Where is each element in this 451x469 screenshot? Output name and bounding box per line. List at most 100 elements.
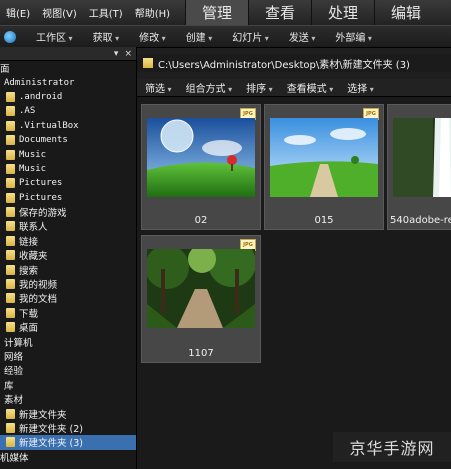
tree-item-label: Administrator: [4, 77, 75, 88]
folder-icon: [143, 58, 153, 68]
tree-item[interactable]: 我的视频: [0, 277, 136, 291]
tree-item-label: 面: [0, 64, 10, 76]
toolbar-modify-button[interactable]: 修改: [129, 29, 176, 44]
tree-item[interactable]: Administrator: [0, 75, 136, 89]
folder-icon: [6, 178, 15, 189]
tab-process[interactable]: 处理: [311, 0, 374, 25]
tree-item-label: 新建文件夹 (3): [19, 438, 83, 450]
tree-item-label: .VirtualBox: [19, 120, 79, 131]
thumbnail-item[interactable]: JPG 1107: [141, 235, 261, 363]
tree-item[interactable]: .VirtualBox: [0, 119, 136, 133]
thumbnail-label: 1107: [188, 348, 214, 359]
sort-button[interactable]: 排序: [238, 80, 279, 95]
tree-item-label: Pictures: [19, 178, 63, 189]
panel-header: ▾ ×: [0, 47, 136, 61]
tree-item[interactable]: 新建文件夹 (2): [0, 421, 136, 435]
tree-item[interactable]: 搜索: [0, 262, 136, 277]
tab-manage[interactable]: 管理: [185, 0, 248, 25]
folder-icon: [6, 250, 15, 261]
tree-item[interactable]: 桌面: [0, 320, 136, 334]
tree-item[interactable]: 网络: [0, 349, 136, 363]
tree-item[interactable]: Documents: [0, 133, 136, 147]
tree-item[interactable]: 经验: [0, 363, 136, 377]
panel-menu-icon[interactable]: ▾: [114, 49, 119, 59]
folder-icon: [6, 235, 15, 246]
tree-item-label: 新建文件夹: [19, 409, 67, 421]
app-logo-icon[interactable]: [4, 30, 16, 43]
tree-item-label: 链接: [19, 236, 39, 248]
thumbnail-item[interactable]: JPG 02: [141, 104, 261, 230]
toolbar-acquire-button[interactable]: 获取: [83, 29, 130, 44]
folder-tree-panel[interactable]: ▾ × 面 Administrator .android .AS .VirtualBox…: [0, 47, 137, 469]
toolbar-external-edit-button[interactable]: 外部编: [325, 29, 382, 44]
tree-item[interactable]: .android: [0, 90, 136, 104]
tree-item[interactable]: 下载: [0, 306, 136, 320]
group-by-button[interactable]: 组合方式: [178, 80, 239, 95]
folder-icon: [6, 293, 15, 304]
tree-item-label: 我的视频: [19, 280, 58, 292]
mode-tabs: 管理 查看 处理 编辑: [185, 0, 437, 25]
thumbnail-item[interactable]: JPG 015: [264, 104, 384, 230]
tree-item[interactable]: 库: [0, 378, 136, 392]
folder-icon: [6, 307, 15, 318]
menu-edit[interactable]: 辑(E): [0, 5, 36, 20]
tree-item[interactable]: 计算机: [0, 334, 136, 349]
tab-view[interactable]: 查看: [248, 0, 311, 25]
folder-icon: [6, 163, 15, 174]
menu-tools[interactable]: 工具(T): [83, 5, 129, 20]
thumbnail-item[interactable]: 540adobe-re: [387, 104, 451, 230]
toolbar-slideshow-button[interactable]: 幻灯片: [222, 29, 279, 44]
tree-item-label: 我的文档: [19, 294, 58, 306]
tree-item[interactable]: Music: [0, 162, 136, 176]
tree-item[interactable]: .AS: [0, 104, 136, 118]
tree-item[interactable]: Music: [0, 147, 136, 161]
address-bar[interactable]: C:\Users\Administrator\Desktop\素材\新建文件夹 …: [137, 54, 451, 72]
tree-item-label: .AS: [19, 106, 36, 117]
toolbar: 工作区 获取 修改 创建 幻灯片 发送 外部编: [0, 25, 451, 48]
tree-item[interactable]: 链接: [0, 234, 136, 248]
tree-item[interactable]: 我的文档: [0, 291, 136, 305]
tree-item[interactable]: Pictures: [0, 176, 136, 190]
tree-item[interactable]: 保存的游戏: [0, 205, 136, 219]
watermark: 京华手游网: [333, 432, 451, 462]
tree-item-label: 计算机: [4, 337, 33, 349]
filter-button[interactable]: 筛选: [137, 80, 178, 95]
select-button[interactable]: 选择: [339, 80, 380, 95]
tree-item-label: 网络: [4, 352, 24, 363]
tree-item-label: Music: [19, 149, 47, 160]
thumbnail-label: 015: [314, 215, 334, 226]
tree-item-label: 桌面: [19, 323, 39, 335]
thumbnail-image: [147, 118, 255, 197]
tree-item-label: 机媒体: [0, 452, 29, 464]
folder-icon: [6, 422, 15, 433]
panel-close-icon[interactable]: ×: [124, 49, 132, 59]
tree-item-label: 保存的游戏: [19, 208, 67, 220]
tree-item-label: .android: [19, 91, 63, 102]
tree-item[interactable]: Pictures: [0, 191, 136, 205]
tree-item-label: Music: [19, 163, 47, 174]
toolbar-workspace-button[interactable]: 工作区: [26, 29, 83, 44]
tree-item[interactable]: 素材: [0, 392, 136, 406]
folder-icon: [6, 408, 15, 419]
folder-icon: [6, 135, 15, 146]
tree-item[interactable]: 机媒体: [0, 450, 136, 464]
tree-item-label: 素材: [4, 395, 24, 407]
thumbnail-image: [147, 249, 255, 328]
tree-item[interactable]: 新建文件夹: [0, 406, 136, 421]
folder-icon: [6, 106, 15, 117]
menu-help[interactable]: 帮助(H): [129, 5, 176, 20]
folder-tree: 面 Administrator .android .AS .VirtualBox Docu…: [0, 61, 136, 464]
tree-item[interactable]: 联系人: [0, 219, 136, 233]
tree-item[interactable]: 面: [0, 61, 136, 75]
tab-edit[interactable]: 编辑: [374, 0, 437, 25]
tree-item[interactable]: 新建文件夹 (3): [0, 435, 136, 450]
view-mode-button[interactable]: 查看模式: [279, 80, 340, 95]
folder-icon: [6, 264, 15, 275]
toolbar-create-button[interactable]: 创建: [176, 29, 223, 44]
tree-item-label: 新建文件夹 (2): [19, 423, 83, 435]
folder-icon: [6, 221, 15, 232]
menu-view[interactable]: 视图(V): [36, 5, 83, 20]
tree-item[interactable]: 收藏夹: [0, 248, 136, 262]
toolbar-send-button[interactable]: 发送: [279, 29, 326, 44]
filter-bar: 筛选 组合方式 排序 查看模式 选择: [137, 79, 451, 97]
